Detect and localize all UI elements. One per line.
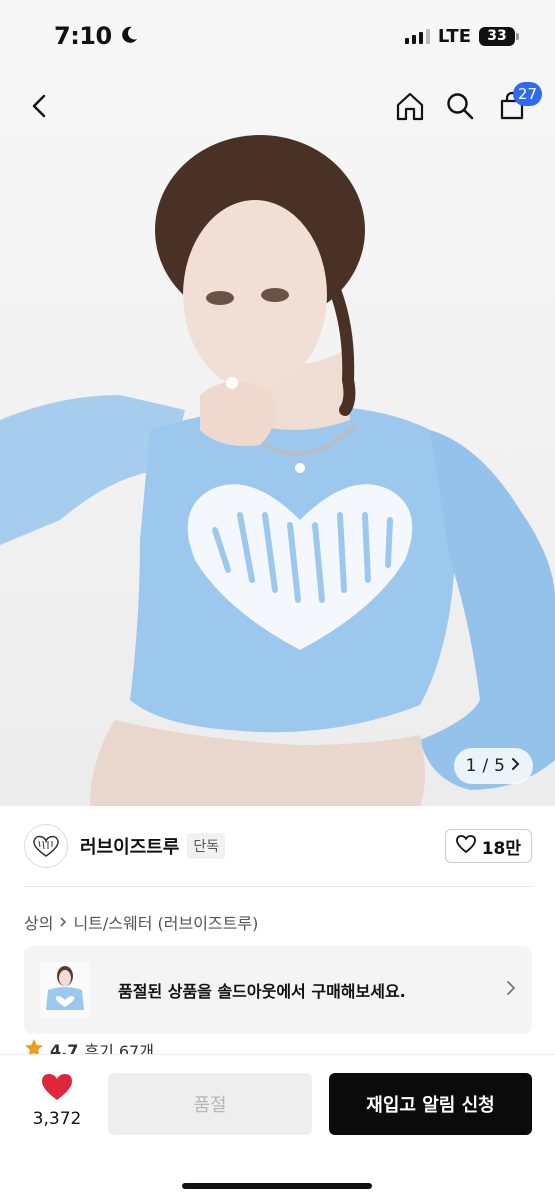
like-count: 3,372: [32, 1109, 82, 1129]
brand-logo[interactable]: [24, 824, 68, 868]
restock-alert-button[interactable]: 재입고 알림 신청: [329, 1073, 532, 1135]
divider: [24, 886, 532, 887]
home-icon[interactable]: [390, 86, 430, 126]
gallery-pager[interactable]: 1 / 5: [453, 748, 533, 784]
brand-like-button[interactable]: 18만: [444, 829, 532, 863]
cart-icon[interactable]: 27: [492, 82, 542, 126]
chevron-right-icon: [59, 913, 67, 932]
back-icon[interactable]: [20, 86, 60, 126]
heart-outline-icon: [455, 834, 476, 858]
brand-name[interactable]: 러브이즈트루: [80, 833, 179, 859]
banner-thumbnail: [40, 962, 90, 1018]
chevron-right-icon: [511, 756, 521, 776]
cart-count-badge: 27: [512, 82, 542, 106]
status-indicators: LTE 33: [404, 25, 519, 47]
status-time-group: 7:10: [54, 22, 138, 50]
search-icon[interactable]: [440, 86, 480, 126]
home-indicator: [182, 1183, 372, 1189]
breadcrumb-category[interactable]: 상의: [24, 910, 53, 934]
heart-filled-icon: [41, 1073, 73, 1105]
moon-icon: [120, 22, 138, 50]
exclusive-tag: 단독: [187, 833, 226, 859]
signal-icon: [404, 28, 430, 44]
status-bar: 7:10 LTE 33: [0, 0, 555, 72]
brand-like-count: 18만: [481, 838, 521, 859]
status-time: 7:10: [54, 22, 112, 50]
chevron-right-icon: [506, 980, 516, 1000]
product-like-button[interactable]: 3,372: [22, 1073, 92, 1129]
breadcrumb: 상의 니트/스웨터 (러브이즈트루): [24, 910, 258, 934]
bottom-action-bar: 3,372 품절 재입고 알림 신청: [0, 1054, 555, 1200]
pager-current: 1: [465, 756, 477, 776]
pager-total: 5: [494, 756, 505, 776]
banner-text: 품절된 상품을 솔드아웃에서 구매해보세요.: [118, 982, 406, 1001]
battery-icon: 33: [479, 26, 519, 46]
breadcrumb-subcategory[interactable]: 니트/스웨터 (러브이즈트루): [73, 910, 258, 934]
soldout-banner[interactable]: 품절된 상품을 솔드아웃에서 구매해보세요.: [24, 946, 532, 1034]
top-navigation: 27: [0, 78, 555, 134]
brand-row: 러브이즈트루 단독 18만: [24, 822, 532, 870]
soldout-button[interactable]: 품절: [108, 1073, 312, 1135]
pager-separator: /: [482, 756, 489, 776]
network-label: LTE: [437, 25, 471, 47]
